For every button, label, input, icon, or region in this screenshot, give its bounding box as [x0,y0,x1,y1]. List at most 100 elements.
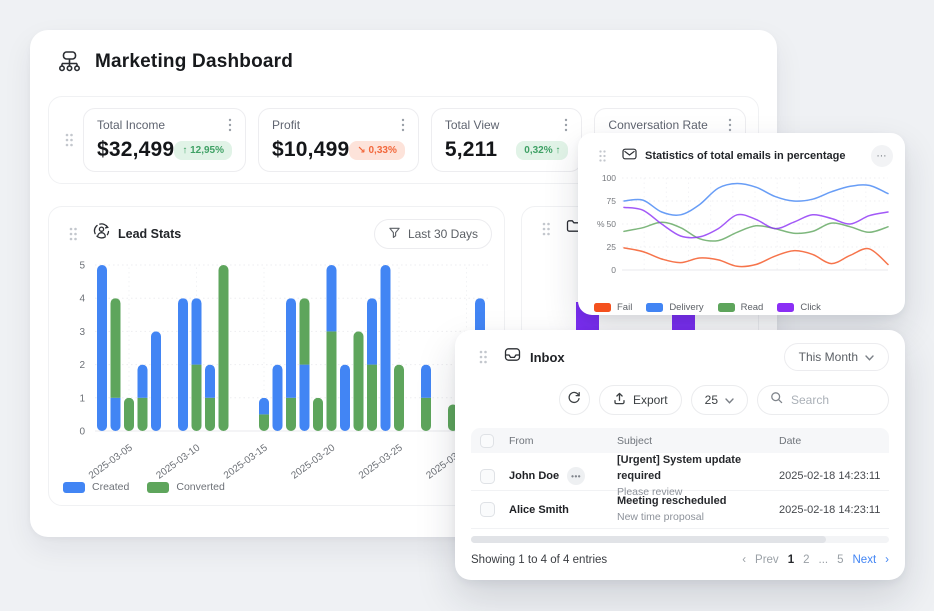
search-input[interactable] [791,393,881,407]
legend-swatch [777,303,794,312]
column-header-from: From [509,435,617,447]
kebab-menu-icon[interactable] [728,118,732,132]
svg-text:2025-03-25: 2025-03-25 [357,442,405,481]
drag-handle-icon[interactable] [57,132,81,148]
drag-handle-icon[interactable] [590,149,614,163]
lead-filter-label: Last 30 Days [408,227,478,241]
scrollbar-thumb[interactable] [471,536,826,543]
row-checkbox[interactable] [480,469,495,484]
kebab-menu-icon[interactable] [401,118,405,132]
kpi-label: Profit [272,118,300,132]
pagination-item-next[interactable]: Next [853,554,877,566]
inbox-panel: Inbox This Month [455,330,905,580]
email-stats-header: Statistics of total emails in percentage… [590,145,893,167]
inbox-table: From Subject Date John Doe•••[Urgent] Sy… [471,428,889,529]
row-checkbox[interactable] [480,502,495,517]
kpi-label: Conversation Rate [608,118,707,132]
pagination: ‹ Prev 12... 5 Next › [742,554,889,566]
svg-text:2025-03-10: 2025-03-10 [154,442,202,481]
pagination-item-1[interactable]: 1 [788,554,794,566]
entries-summary: Showing 1 to 4 of 4 entries [471,554,607,566]
ellipsis-menu-button[interactable]: ⋯ [871,145,893,167]
drag-handle-icon[interactable] [534,221,558,237]
kpi-value: $10,499 [272,138,349,162]
export-icon [613,392,626,408]
lead-user-icon [93,223,110,245]
subject-text: [Urgent] System update required [617,453,779,485]
table-row[interactable]: John Doe•••[Urgent] System update requir… [471,453,889,491]
period-select-label: This Month [799,350,858,364]
svg-text:3: 3 [79,327,85,338]
envelope-icon [622,147,637,165]
email-stats-title: Statistics of total emails in percentage [645,150,846,162]
inbox-toolbar: Export 25 [471,384,889,415]
dashboard-screen: Marketing Dashboard Total Income$32,499↑… [0,0,934,611]
svg-text:25: 25 [607,242,617,252]
kpi-card-profit: Profit$10,499↘ 0,33% [258,108,419,172]
legend-item-read: Read [718,302,764,313]
svg-text:5: 5 [79,261,85,272]
date-cell: 2025-02-18 14:23:11 [779,470,889,482]
drag-handle-icon[interactable] [61,226,85,242]
kpi-card-total-income: Total Income$32,499↑ 12,95% [83,108,246,172]
lead-stats-card: Lead Stats Last 30 Days 0123452025-03-05… [48,206,505,506]
pagination-item-2[interactable]: 2 [803,554,809,566]
lead-filter-button[interactable]: Last 30 Days [374,219,492,249]
legend-swatch [646,303,663,312]
inbox-title: Inbox [530,350,565,365]
legend-label: Fail [617,302,632,313]
table-row[interactable]: Alice SmithMeeting rescheduledNew time p… [471,491,889,529]
date-cell: 2025-02-18 14:23:11 [779,504,889,516]
email-stats-legend: Fail Delivery Read Click [594,302,893,313]
lead-stats-legend: CreatedConverted [63,481,225,493]
sitemap-icon [56,50,83,74]
horizontal-scrollbar[interactable] [471,536,889,543]
legend-item-click: Click [777,302,821,313]
svg-text:100: 100 [602,173,616,183]
refresh-button[interactable] [559,384,590,415]
legend-swatch [147,482,169,493]
legend-item-fail: Fail [594,302,632,313]
column-header-date: Date [779,435,889,447]
app-header: Marketing Dashboard [30,30,777,80]
legend-label: Created [92,481,129,493]
legend-item-delivery: Delivery [646,302,703,313]
search-box[interactable] [757,385,889,415]
legend-label: Read [741,302,764,313]
email-stats-panel: Statistics of total emails in percentage… [578,133,905,315]
page-title: Marketing Dashboard [95,51,293,73]
kpi-card-total-view: Total View 5,211 0,32% ↑ [431,108,583,172]
pagination-item-prev[interactable]: Prev [755,554,779,566]
legend-swatch [63,482,85,493]
table-header-row: From Subject Date [471,428,889,453]
lead-stats-title: Lead Stats [118,227,181,241]
export-button[interactable]: Export [599,385,682,415]
svg-text:2025-03-05: 2025-03-05 [87,442,135,481]
search-icon [770,391,783,409]
row-more-button[interactable]: ••• [567,467,585,485]
column-header-subject: Subject [617,435,779,447]
subject-text: Meeting rescheduled [617,494,779,510]
kebab-menu-icon[interactable] [564,118,568,132]
kpi-label: Total View [445,118,499,132]
pagination-item-‹[interactable]: ‹ [742,554,746,566]
kebab-menu-icon[interactable] [228,118,232,132]
inbox-footer: Showing 1 to 4 of 4 entries ‹ Prev 12... 5N… [471,554,889,566]
page-size-value: 25 [705,393,718,407]
svg-text:%: % [597,219,605,229]
select-all-checkbox[interactable] [480,434,494,448]
kpi-value: 5,211 [445,138,497,162]
pagination-item-›[interactable]: › [885,554,889,566]
svg-text:2025-03-15: 2025-03-15 [222,442,270,481]
pagination-item-5[interactable]: 5 [837,554,843,566]
svg-text:2025-03-20: 2025-03-20 [289,442,337,481]
subject-cell: Meeting rescheduledNew time proposal [617,494,779,524]
period-select[interactable]: This Month [784,343,889,371]
lead-stats-chart: 0123452025-03-052025-03-102025-03-152025… [61,251,494,483]
funnel-icon [388,226,401,242]
pagination-item-...[interactable]: ... [819,554,829,566]
series-delivery [624,183,888,215]
trend-badge: 0,32% ↑ [516,141,568,160]
drag-handle-icon[interactable] [471,349,495,365]
page-size-select[interactable]: 25 [691,385,748,415]
